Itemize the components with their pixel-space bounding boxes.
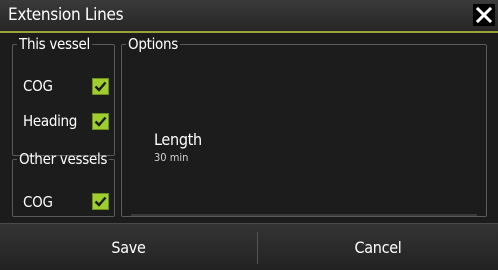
- this-vessel-cog-label: COG: [23, 77, 53, 95]
- options-group: Options Length 30 min: [121, 36, 487, 217]
- dialog-content: This vessel COG Heading Other vessels CO…: [0, 33, 498, 223]
- this-vessel-legend: This vessel: [19, 35, 90, 53]
- options-legend: Options: [128, 35, 178, 53]
- length-slider-track[interactable]: [131, 214, 477, 216]
- other-vessels-group: Other vessels COG: [12, 151, 115, 217]
- close-icon: [476, 7, 492, 23]
- close-button[interactable]: [473, 4, 495, 26]
- this-vessel-cog-row[interactable]: COG: [23, 73, 53, 99]
- this-vessel-cog-checkbox[interactable]: [92, 78, 109, 95]
- other-vessels-legend: Other vessels: [19, 150, 108, 168]
- other-vessels-cog-row[interactable]: COG: [23, 189, 53, 215]
- dialog-title: Extension Lines: [8, 5, 124, 25]
- checkmark-icon: [94, 116, 107, 127]
- checkmark-icon: [94, 81, 107, 92]
- this-vessel-heading-checkbox[interactable]: [92, 113, 109, 130]
- cancel-button[interactable]: Cancel: [258, 224, 498, 270]
- footer-bar: Save Cancel: [0, 223, 498, 270]
- extension-lines-dialog: Extension Lines This vessel COG Heading: [0, 0, 498, 270]
- checkmark-icon: [94, 196, 107, 207]
- save-button[interactable]: Save: [0, 224, 257, 270]
- title-bar: Extension Lines: [0, 0, 498, 33]
- other-vessels-cog-checkbox[interactable]: [92, 193, 109, 210]
- other-vessels-cog-label: COG: [23, 193, 53, 211]
- length-label[interactable]: Length: [154, 130, 202, 149]
- this-vessel-heading-label: Heading: [23, 112, 78, 130]
- this-vessel-group: This vessel COG Heading: [12, 36, 115, 156]
- length-value: 30 min: [154, 151, 189, 164]
- this-vessel-heading-row[interactable]: Heading: [23, 108, 77, 134]
